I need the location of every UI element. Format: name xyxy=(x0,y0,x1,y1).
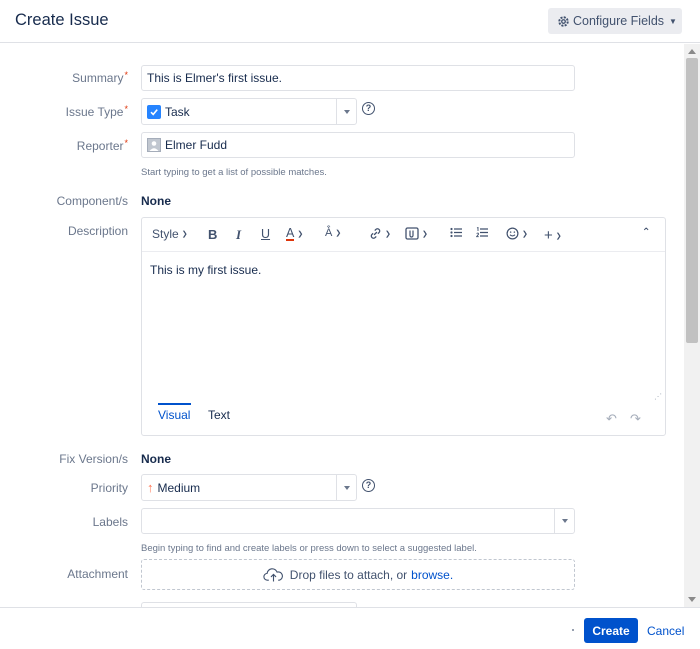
summary-input[interactable]: This is Elmer's first issue. xyxy=(141,65,575,91)
labels-hint: Begin typing to find and create labels o… xyxy=(141,543,477,554)
description-value[interactable]: This is my first issue. xyxy=(150,263,261,277)
help-icon[interactable]: ? xyxy=(362,479,375,492)
link-icon[interactable]: ❯ xyxy=(369,227,391,240)
undo-icon[interactable]: ↶ xyxy=(606,411,617,427)
priority-label: Priority xyxy=(90,481,128,495)
issue-type-value: Task xyxy=(165,104,190,119)
loading-indicator xyxy=(572,629,574,631)
reporter-hint: Start typing to get a list of possible m… xyxy=(141,167,327,178)
text-color-icon[interactable]: A ❯ xyxy=(286,227,303,241)
italic-icon[interactable]: I xyxy=(236,227,241,243)
description-editor[interactable]: Style ❯ B I U A ❯ A͒ ❯ ❯ ❯ ❯ + ❯ ⌃ This is m… xyxy=(141,217,666,436)
tab-text[interactable]: Text xyxy=(208,408,230,422)
avatar-icon xyxy=(147,138,161,152)
fix-versions-value[interactable]: None xyxy=(141,452,171,466)
priority-value: Medium xyxy=(157,480,201,495)
fix-versions-label: Fix Version/s xyxy=(59,452,128,466)
description-label: Description xyxy=(67,224,128,238)
resize-handle[interactable]: ⋰ xyxy=(654,392,662,401)
dialog-header: Create Issue Configure Fields ▼ xyxy=(0,0,700,43)
issue-type-select[interactable]: Task xyxy=(141,98,357,125)
active-tab-indicator xyxy=(158,403,191,405)
insert-more-icon[interactable]: + ❯ xyxy=(544,227,562,244)
task-checkbox-icon xyxy=(147,104,161,119)
labels-label: Labels xyxy=(92,515,128,529)
chevron-down-icon: ▼ xyxy=(669,16,677,26)
cancel-link[interactable]: Cancel xyxy=(647,624,684,638)
style-dropdown[interactable]: Style ❯ xyxy=(152,227,188,241)
text-style-icon[interactable]: A͒ ❯ xyxy=(325,227,341,239)
labels-input[interactable] xyxy=(141,508,575,534)
chevron-down-icon[interactable] xyxy=(336,475,356,500)
components-label: Component/s xyxy=(56,194,128,208)
scrollbar[interactable] xyxy=(684,44,700,607)
redo-icon[interactable]: ↷ xyxy=(630,411,641,427)
underline-icon[interactable]: U xyxy=(261,227,270,241)
issue-type-label: Issue Type* xyxy=(65,104,128,119)
help-icon[interactable]: ? xyxy=(362,102,375,115)
reporter-label: Reporter* xyxy=(76,138,128,153)
bold-icon[interactable]: B xyxy=(208,227,217,242)
emoji-icon[interactable]: ❯ xyxy=(506,227,528,240)
attachment-dropzone[interactable]: Drop files to attach, or browse. xyxy=(141,559,575,590)
priority-select[interactable]: ↑ Medium xyxy=(141,474,357,501)
priority-arrow-up-icon: ↑ xyxy=(147,480,154,495)
chevron-down-icon[interactable] xyxy=(554,509,574,533)
attachment-label: Attachment xyxy=(67,567,128,581)
scroll-down-icon[interactable] xyxy=(688,597,696,602)
attachment-drop-text: Drop files to attach, or xyxy=(289,567,408,582)
collapse-icon[interactable]: ⌃ xyxy=(642,227,650,238)
numbered-list-icon[interactable] xyxy=(476,227,488,238)
chevron-down-icon[interactable] xyxy=(336,99,356,124)
scroll-up-icon[interactable] xyxy=(688,49,696,54)
upload-cloud-icon xyxy=(263,567,284,582)
dialog-title: Create Issue xyxy=(15,11,109,29)
configure-fields-label: Configure Fields xyxy=(573,14,665,28)
scrollbar-thumb[interactable] xyxy=(686,58,698,343)
dialog-footer: Create Cancel xyxy=(0,607,700,649)
summary-label: Summary* xyxy=(72,70,128,85)
gear-icon xyxy=(557,15,570,28)
create-button[interactable]: Create xyxy=(584,618,638,643)
editor-toolbar: Style ❯ B I U A ❯ A͒ ❯ ❯ ❯ ❯ + ❯ ⌃ xyxy=(142,218,665,252)
tab-visual[interactable]: Visual xyxy=(158,408,190,422)
bullet-list-icon[interactable] xyxy=(450,227,462,238)
dialog-content: Summary* This is Elmer's first issue. Is… xyxy=(0,44,684,607)
reporter-input[interactable]: Elmer Fudd xyxy=(141,132,575,158)
components-value[interactable]: None xyxy=(141,194,171,208)
browse-link[interactable]: browse. xyxy=(411,568,453,582)
summary-value: This is Elmer's first issue. xyxy=(147,71,282,85)
reporter-value: Elmer Fudd xyxy=(165,138,228,152)
attachment-icon[interactable]: ❯ xyxy=(405,227,428,240)
configure-fields-button[interactable]: Configure Fields ▼ xyxy=(548,8,682,34)
